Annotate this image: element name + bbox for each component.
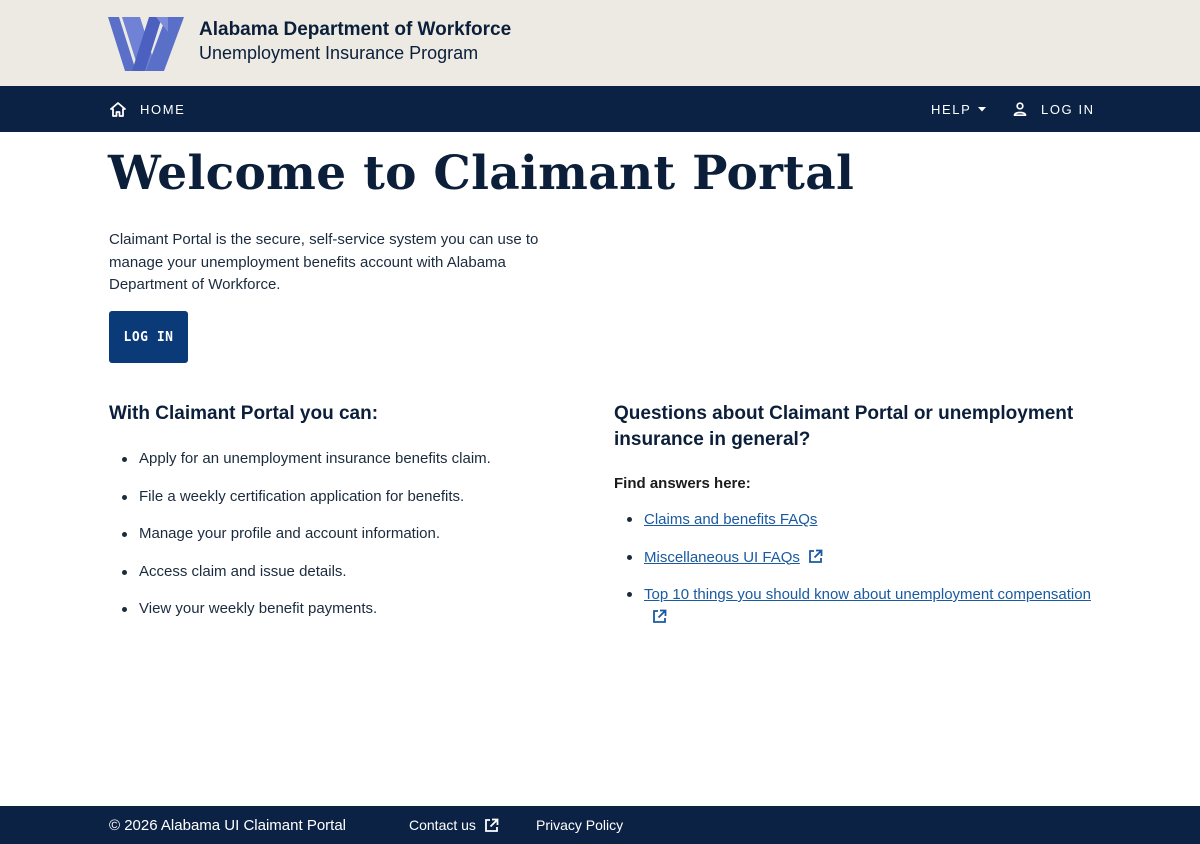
footer-contact-link[interactable]: Contact us [409,806,499,844]
page-title: Welcome to Claimant Portal [108,146,855,201]
questions-heading: Questions about Claimant Portal or unemp… [614,403,1074,450]
list-item: Manage your profile and account informat… [109,524,579,562]
external-link-icon [653,609,667,623]
nav-login-label: LOG IN [1041,101,1095,117]
intro-text: Claimant Portal is the secure, self-serv… [109,231,539,293]
nav-home-link[interactable]: HOME [110,86,185,132]
nav-login-link[interactable]: LOG IN [1013,86,1095,132]
features-list: Apply for an unemployment insurance bene… [109,449,579,637]
list-item: Apply for an unemployment insurance bene… [109,449,579,487]
footer-copyright: © 2026 Alabama UI Claimant Portal [109,816,347,834]
list-item: Claims and benefits FAQs [614,508,1094,531]
nav-help-label: HELP [931,101,972,117]
org-name: Alabama Department of Workforce [199,19,512,40]
program-name: Unemployment Insurance Program [199,43,479,63]
list-item: View your weekly benefit payments. [109,599,579,637]
login-button[interactable]: LOG IN [109,311,188,363]
site-header: Alabama Department of Workforce Unemploy… [0,0,1200,86]
home-icon [110,101,126,117]
claims-faq-link[interactable]: Claims and benefits FAQs [644,511,817,528]
main-nav: HOME HELP LOG IN [0,86,1200,132]
questions-section: Questions about Claimant Portal or unemp… [614,401,1094,644]
user-icon [1013,102,1027,116]
external-link-icon [485,818,499,832]
list-item: Top 10 things you should know about unem… [614,583,1094,629]
nav-help-menu[interactable]: HELP [931,86,987,132]
list-item: Access claim and issue details. [109,562,579,600]
features-heading: With Claimant Portal you can: [109,403,379,424]
find-answers-label: Find answers here: [614,475,751,492]
list-item: Miscellaneous UI FAQs [614,546,1094,569]
external-link-icon [808,549,823,563]
footer-contact-label: Contact us [409,817,476,833]
nav-home-label: HOME [140,101,186,117]
misc-ui-faq-link[interactable]: Miscellaneous UI FAQs [644,549,800,566]
caret-down-icon [978,106,987,111]
footer-privacy-link[interactable]: Privacy Policy [536,806,623,844]
list-item: File a weekly certification application … [109,487,579,525]
faq-links-list: Claims and benefits FAQs Miscellaneous U… [614,508,1094,629]
site-footer: © 2026 Alabama UI Claimant Portal Contac… [0,806,1200,844]
features-section: With Claimant Portal you can: Apply for … [109,401,579,637]
top-10-link[interactable]: Top 10 things you should know about unem… [644,586,1091,603]
adw-logo-icon[interactable] [108,14,184,71]
